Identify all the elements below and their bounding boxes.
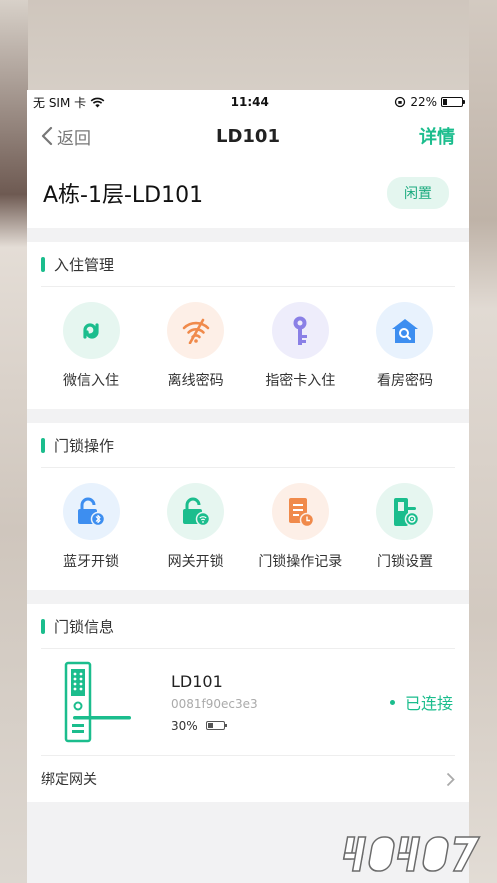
connection-label: 已连接 [404,694,453,713]
section-title: 入住管理 [54,255,115,274]
wechat-checkin-button[interactable]: 微信入住 [41,287,141,390]
status-badge: 闲置 [387,177,449,209]
gateway-unlock-button[interactable]: 网关开锁 [146,468,246,571]
battery-icon [205,721,227,730]
chevron-left-icon [41,126,53,146]
wechat-link-icon [83,322,99,339]
carrier-text: 无 SIM 卡 [33,95,87,110]
room-header: A栋-1层-LD101 闲置 [27,158,469,228]
details-button[interactable]: 详情 [419,123,455,149]
record-icon [289,497,315,527]
house-search-icon [391,318,418,343]
operation-record-button[interactable]: 门锁操作记录 [250,468,350,571]
grid-label: 门锁设置 [376,554,433,570]
lock-card[interactable]: LD101 0081f90ec3e3 30% 已连接 [41,649,455,756]
back-label: 返回 [57,128,91,149]
bind-gateway-row[interactable]: 绑定网关 [41,756,455,802]
grid-label: 指密卡入住 [265,373,336,389]
wifi-off-icon [182,318,209,344]
grid-label: 网关开锁 [167,554,224,570]
bluetooth-unlock-button[interactable]: 蓝牙开锁 [41,468,141,571]
viewing-password-button[interactable]: 看房密码 [355,287,455,390]
rotation-lock-icon [395,96,406,108]
back-button[interactable]: 返回 [41,124,91,149]
background-left [0,0,28,883]
section-header: 门锁操作 [41,423,455,468]
lock-mac: 0081f90ec3e3 [171,696,258,711]
watermark-logo [342,836,481,872]
section-header: 入住管理 [41,242,455,287]
status-dot-icon [389,699,395,705]
battery-icon [440,97,465,107]
grid-label: 看房密码 [376,373,433,389]
lock-operations-section: 门锁操作 蓝牙开锁 网关开锁 门锁操作记录 门锁设置 [27,423,469,590]
phone-screen: 无 SIM 卡 11:44 22% 返回 LD101 详情 A栋-1层-LD10… [27,90,469,883]
lock-name: LD101 [171,671,223,691]
grid-label: 离线密码 [167,373,224,389]
lock-battery-text: 30% [171,718,198,733]
wifi-icon [90,97,105,107]
section-title: 门锁操作 [54,436,115,455]
bluetooth-unlock-icon [78,497,106,526]
lock-info-section: 门锁信息 LD101 0081f90ec3e3 30% 已连接 绑定网关 [27,604,469,802]
lock-battery: 30% [171,719,390,733]
key-icon [293,316,308,345]
grid-label: 微信入住 [63,373,119,389]
lock-settings-button[interactable]: 门锁设置 [355,468,455,571]
card-checkin-button[interactable]: 指密卡入住 [250,287,350,390]
navigation-bar: 返回 LD101 详情 [27,114,469,158]
section-title: 门锁信息 [54,617,115,636]
connection-status: 已连接 [389,690,453,714]
status-bar: 无 SIM 卡 11:44 22% [27,90,469,114]
clock: 11:44 [230,95,269,109]
checkin-section: 入住管理 微信入住 离线密码 指密卡入住 看房密码 [27,242,469,409]
gateway-unlock-icon [182,497,210,526]
grid-label: 门锁操作记录 [258,554,343,570]
offline-password-button[interactable]: 离线密码 [146,287,246,390]
battery-percent: 22% [410,95,437,109]
room-name: A栋-1层-LD101 [43,183,204,208]
lock-settings-icon [393,497,420,526]
grid-label: 蓝牙开锁 [63,554,119,570]
page-title: LD101 [216,125,280,147]
door-lock-image [64,661,131,743]
background-right [469,0,497,883]
chevron-right-icon [446,772,455,786]
section-header: 门锁信息 [41,604,455,649]
bind-gateway-label: 绑定网关 [41,772,97,788]
